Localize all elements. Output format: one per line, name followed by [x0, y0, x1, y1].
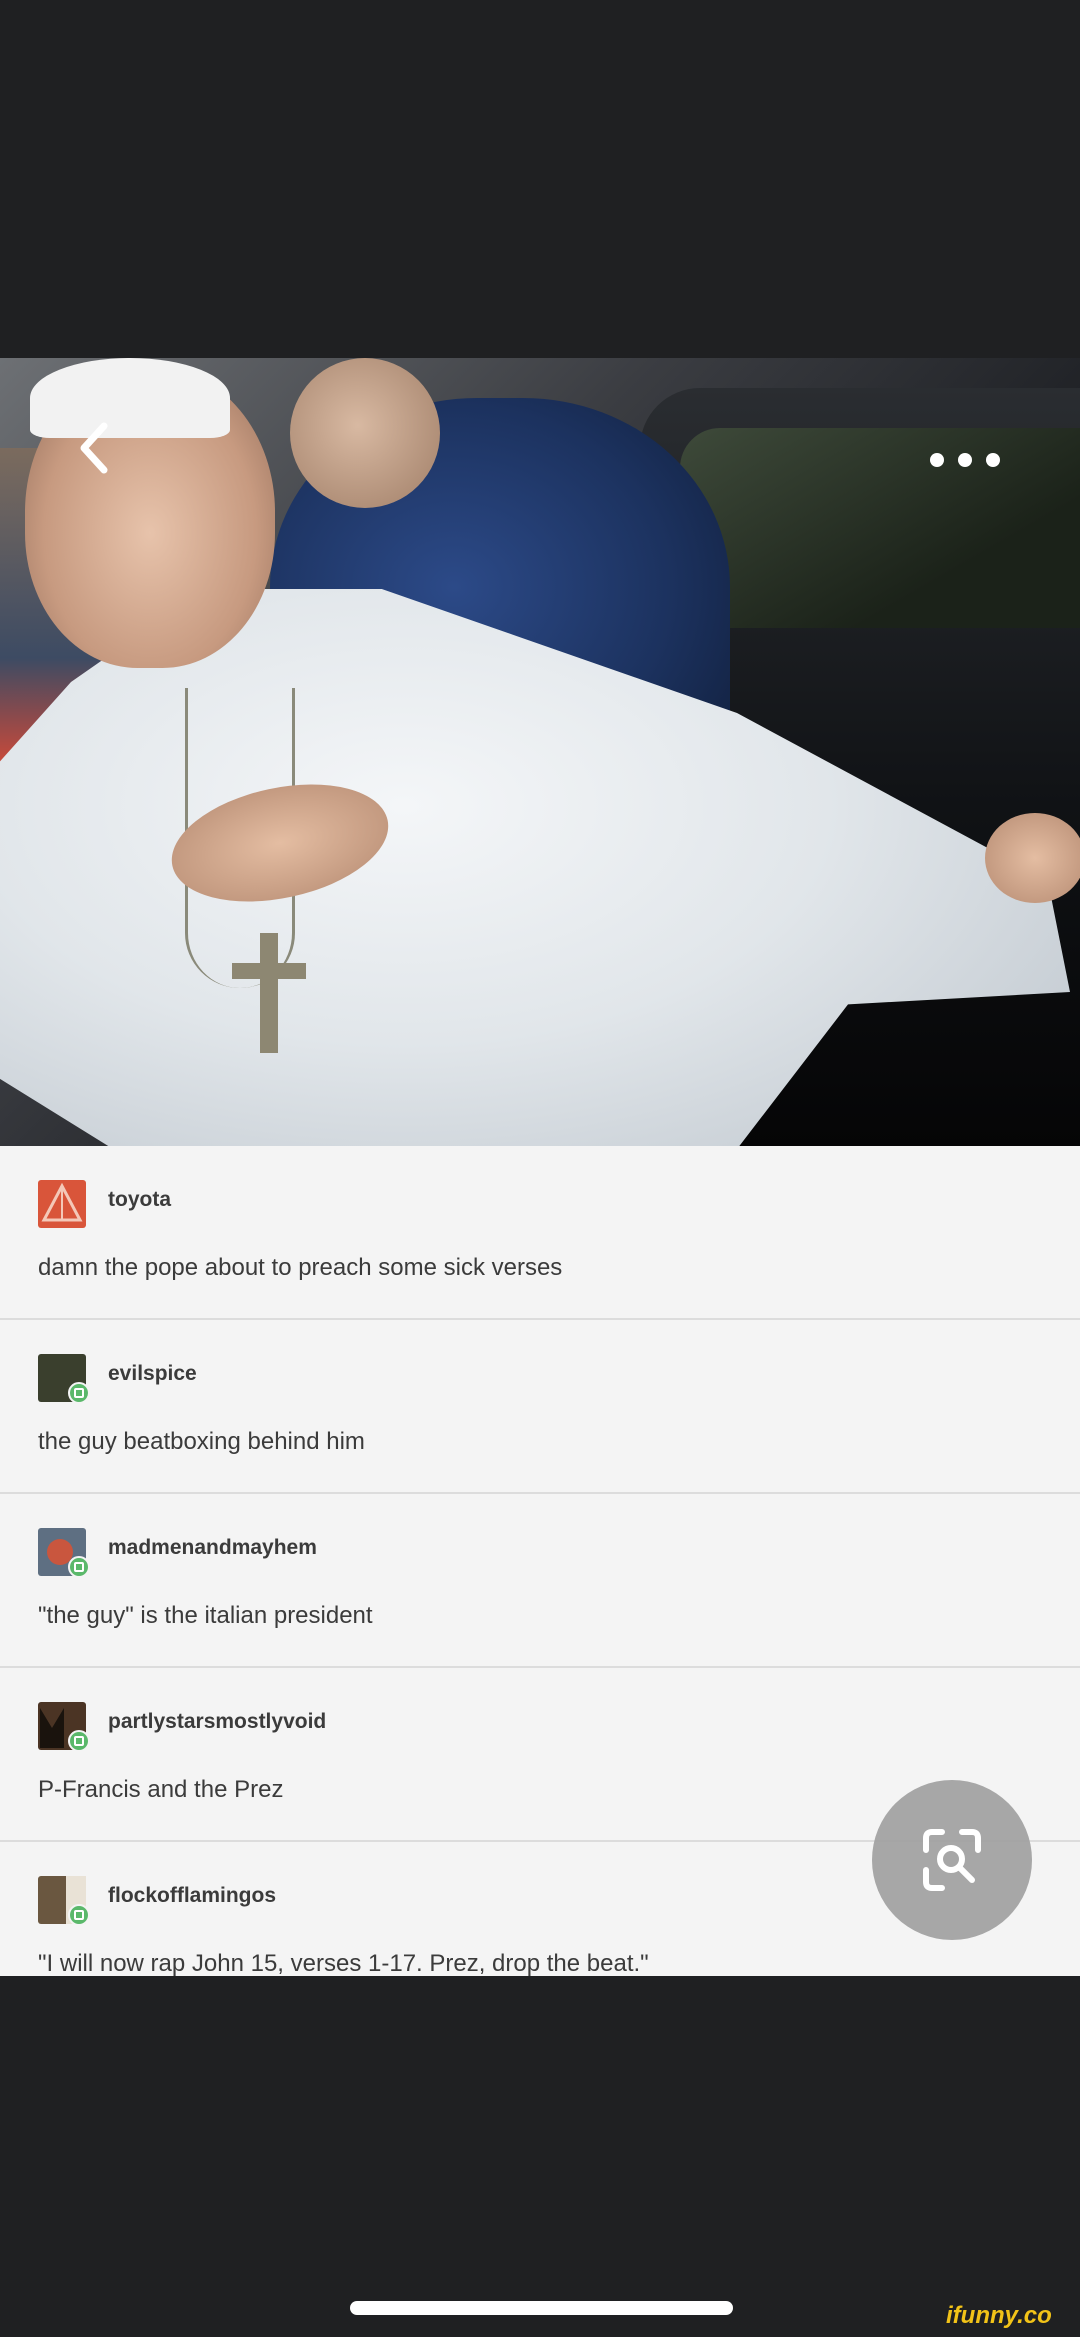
- home-indicator[interactable]: [350, 2301, 733, 2315]
- avatar[interactable]: [38, 1180, 86, 1228]
- more-horizontal-icon[interactable]: [930, 448, 1000, 472]
- man-head: [290, 358, 440, 508]
- note-username[interactable]: partlystarsmostlyvoid: [108, 1710, 326, 1734]
- reblog-icon: [68, 1382, 90, 1404]
- visual-search-icon: [923, 1829, 981, 1891]
- note-username[interactable]: evilspice: [108, 1362, 197, 1386]
- visual-search-button[interactable]: [872, 1780, 1032, 1940]
- note-username[interactable]: toyota: [108, 1188, 171, 1212]
- note-item: madmenandmayhem "the guy" is the italian…: [0, 1494, 1080, 1668]
- post-image[interactable]: [0, 358, 1080, 1146]
- note-text: damn the pope about to preach some sick …: [38, 1254, 563, 1281]
- reblog-icon: [68, 1904, 90, 1926]
- note-item: evilspice the guy beatboxing behind him: [0, 1320, 1080, 1494]
- note-text: the guy beatboxing behind him: [38, 1428, 365, 1455]
- cross-vertical: [260, 933, 278, 1053]
- more-dot: [930, 453, 944, 467]
- chevron-left-icon[interactable]: [72, 418, 116, 478]
- car-window: [680, 428, 1080, 628]
- top-dark-area: [0, 0, 1080, 358]
- note-username[interactable]: madmenandmayhem: [108, 1536, 317, 1560]
- reblog-icon: [68, 1730, 90, 1752]
- outstretched-hand: [985, 813, 1080, 903]
- reblog-icon: [68, 1556, 90, 1578]
- cross-horizontal: [232, 963, 306, 979]
- note-text: P-Francis and the Prez: [38, 1776, 284, 1803]
- more-dot: [958, 453, 972, 467]
- note-item: toyota damn the pope about to preach som…: [0, 1146, 1080, 1320]
- note-text: "the guy" is the italian president: [38, 1602, 373, 1629]
- note-text: "I will now rap John 15, verses 1-17. Pr…: [38, 1950, 649, 1976]
- more-dot: [986, 453, 1000, 467]
- zucchetto-cap: [30, 358, 230, 438]
- bottom-dark-area: [0, 1976, 1080, 2337]
- watermark: ifunny.co: [946, 2302, 1052, 2329]
- note-username[interactable]: flockofflamingos: [108, 1884, 276, 1908]
